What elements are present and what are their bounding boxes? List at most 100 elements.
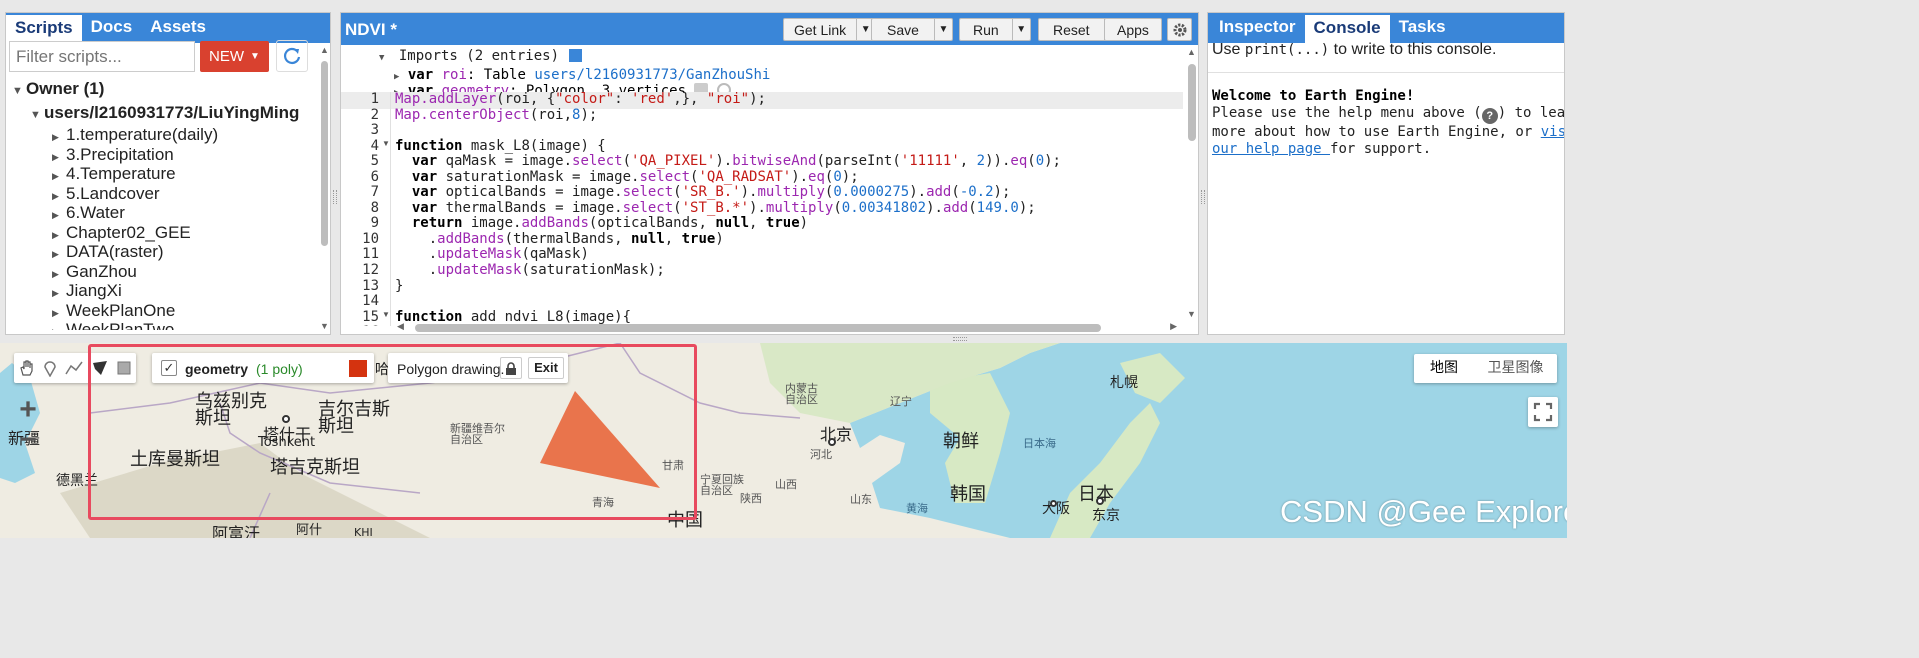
tab-docs[interactable]: Docs [82, 13, 142, 43]
line-number: 13 [362, 277, 379, 294]
tree-item-label: GanZhou [66, 261, 137, 281]
tree-item-label: JiangXi [66, 281, 122, 300]
tree-item-label: 1.temperature(daily) [66, 125, 219, 144]
dropdown-caret-icon: ▼ [250, 51, 260, 62]
tree-owner[interactable]: ▼ Owner (1) [12, 77, 312, 101]
new-button-label: NEW [209, 48, 245, 65]
imports-detail-icon[interactable] [569, 49, 583, 62]
vertical-splitter[interactable] [333, 190, 337, 204]
get-link-button[interactable]: Get Link ▼ [783, 18, 876, 41]
zoom-out-button[interactable]: − [12, 425, 44, 455]
line-icon[interactable] [65, 359, 83, 377]
line-number: 4 [370, 137, 379, 154]
expand-down-icon: ▼ [30, 109, 41, 121]
save-label: Save [887, 21, 919, 38]
tree-item[interactable]: ▶ 4.Temperature [12, 164, 312, 184]
line-number: 15 [362, 308, 379, 325]
filter-scripts-input[interactable] [9, 41, 195, 72]
scrollbar-thumb[interactable] [1188, 64, 1196, 141]
save-button[interactable]: Save ▼ [871, 18, 953, 41]
map-label: 东京 [1092, 508, 1120, 524]
tree-item-label: WeekPlanTwo [66, 320, 175, 330]
map-label: 韩国 [950, 484, 986, 505]
new-script-button[interactable]: NEW ▼ [200, 41, 269, 72]
tree-item-label: 3.Precipitation [66, 144, 174, 164]
tree-item[interactable]: ▶ 6.Water [12, 203, 312, 223]
tree-item[interactable]: ▶ WeekPlanOne [12, 301, 312, 321]
dropdown-caret-icon[interactable]: ▼ [933, 19, 952, 40]
console-panel: Inspector Console Tasks Use print(...) t… [1207, 12, 1565, 335]
map-type-roadmap-button[interactable]: 地图 [1414, 354, 1474, 383]
fold-arrow-icon[interactable]: ▼ [382, 310, 390, 319]
zoom-in-button[interactable]: + [12, 395, 44, 425]
settings-button[interactable] [1167, 18, 1192, 41]
vertical-splitter[interactable] [1201, 190, 1205, 204]
marker-icon[interactable] [43, 359, 57, 377]
tree-item[interactable]: ▶ 1.temperature(daily) [12, 125, 312, 145]
tab-scripts[interactable]: Scripts [6, 15, 82, 43]
dropdown-caret-icon[interactable]: ▼ [1011, 19, 1030, 40]
city-marker [1050, 500, 1057, 507]
tree-item[interactable]: ▶ JiangXi [12, 281, 312, 301]
tree-item-label: 5.Landcover [66, 183, 160, 203]
fold-arrow-icon[interactable]: ▼ [382, 139, 390, 148]
tree-item[interactable]: ▶ DATA(raster) [12, 242, 312, 262]
map-label: 札幌 [1110, 375, 1138, 391]
expand-right-icon[interactable]: ▶ [394, 72, 399, 82]
reset-label: Reset [1053, 21, 1090, 38]
welcome-line: more about how to use Earth Engine, or [1212, 124, 1541, 140]
tab-inspector[interactable]: Inspector [1210, 13, 1305, 43]
code-area[interactable]: 12345678910111213141516 ▼ ▼ Map.addLayer… [341, 92, 1183, 326]
editor-hscroll[interactable]: ◀ ▶ [397, 321, 1177, 333]
horizontal-splitter[interactable] [953, 337, 967, 341]
line-number: 7 [370, 184, 379, 201]
welcome-message: Welcome to Earth Engine! Please use the … [1212, 88, 1564, 158]
scrollbar-thumb[interactable] [415, 324, 1101, 332]
map-label: 宁夏回族 自治区 [700, 473, 744, 497]
welcome-line: Please use the help menu above ( [1212, 105, 1482, 121]
help-link-cont[interactable]: our help page [1212, 141, 1330, 157]
editor-vscroll[interactable]: ▲ ▼ [1185, 47, 1198, 319]
refresh-button[interactable] [276, 40, 308, 72]
tree-item[interactable]: ▶ GanZhou [12, 262, 312, 282]
map-view[interactable]: 乌兹别克 斯坦 吉尔吉斯 斯坦 塔什干 Toshkent 土库曼斯坦 塔吉克斯坦… [0, 343, 1567, 538]
tab-assets[interactable]: Assets [141, 13, 215, 43]
pan-hand-icon[interactable] [18, 359, 36, 377]
script-title: NDVI * [345, 20, 397, 39]
watermark: CSDN @Gee Explorer [1280, 494, 1567, 529]
fullscreen-button[interactable] [1528, 397, 1558, 427]
scripts-panel: Scripts Docs Assets NEW ▼ ▲ ▼ ▼Owner (1)… [5, 12, 331, 335]
collapse-icon[interactable]: ▼ [379, 53, 384, 63]
map-type-control: 地图 卫星图像 [1414, 354, 1557, 383]
tab-tasks[interactable]: Tasks [1390, 13, 1455, 43]
tree-item[interactable]: ▶WeekPlanTwo [12, 320, 312, 330]
scripts-scrollbar[interactable]: ▲ ▼ [319, 45, 329, 331]
scripts-tabbar: Scripts Docs Assets [6, 13, 330, 43]
help-link[interactable]: visit our help page [1541, 124, 1564, 140]
highlight-annotation-box [88, 344, 697, 520]
editor-header: NDVI * Get Link▼ Save ▼ Run▼ Reset ▼ Apps [341, 13, 1198, 45]
tree-item[interactable]: ▶ Chapter02_GEE [12, 223, 312, 243]
tree-item-label: DATA(raster) [66, 242, 164, 261]
import-roi-path[interactable]: users/l2160931773/GanZhouShi [534, 67, 770, 83]
line-number: 14 [362, 293, 379, 310]
tree-repo[interactable]: ▼ users/l2160931773/LiuYingMing [12, 101, 312, 125]
import-roi-name[interactable]: roi [442, 67, 467, 83]
run-button[interactable]: Run ▼ [959, 18, 1031, 41]
line-number: 5 [370, 153, 379, 170]
code-editor-panel: NDVI * Get Link▼ Save▼ Run▼ Reset▼ Apps … [340, 12, 1199, 335]
console-divider [1208, 72, 1564, 73]
tab-console[interactable]: Console [1304, 15, 1390, 43]
line-number: 9 [370, 215, 379, 232]
scrollbar-thumb[interactable] [321, 61, 328, 246]
expand-down-icon: ▼ [12, 85, 23, 97]
map-label: 阿富汗 [212, 524, 261, 538]
hint-suffix: to write to this console. [1329, 41, 1497, 58]
map-type-satellite-button[interactable]: 卫星图像 [1474, 354, 1557, 383]
repo-label: users/l2160931773/LiuYingMing [44, 103, 300, 122]
apps-button[interactable]: Apps [1104, 18, 1162, 41]
expand-right-icon: ▶ [52, 323, 66, 330]
tree-item[interactable]: ▶ 3.Precipitation [12, 145, 312, 165]
fullscreen-icon [1533, 402, 1553, 422]
tree-item[interactable]: ▶ 5.Landcover [12, 184, 312, 204]
